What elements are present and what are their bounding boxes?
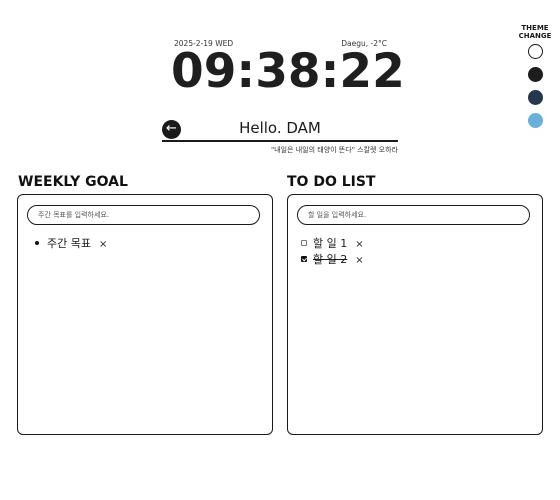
- todo-list-title: TO DO LIST: [287, 174, 376, 190]
- quote-text: "내일은 내일의 태양이 뜬다" 스칼렛 오하라: [270, 146, 398, 154]
- todo-checkbox-unchecked[interactable]: [301, 240, 307, 246]
- delete-goal-button[interactable]: ×: [99, 238, 107, 252]
- theme-title-line1: THEME: [521, 24, 549, 32]
- todo-input[interactable]: [297, 205, 530, 225]
- todo-list-item: 할 일 2 ×: [301, 253, 364, 267]
- delete-todo-button[interactable]: ×: [355, 238, 363, 252]
- theme-title-line2: CHANGE: [518, 32, 552, 40]
- todo-item-text: 할 일 1: [313, 237, 348, 250]
- weekly-goal-input[interactable]: [27, 205, 260, 225]
- weekly-goal-panel: 주간 목표 ×: [17, 194, 273, 435]
- theme-swatch-white[interactable]: [527, 44, 543, 59]
- todo-list-panel: 할 일 1 × 할 일 2 ×: [287, 194, 543, 435]
- clock: 09:38:22: [171, 44, 405, 99]
- todo-item-text-done: 할 일 2: [313, 253, 348, 266]
- theme-swatch-skyblue[interactable]: [527, 113, 543, 128]
- theme-swatch-navy[interactable]: [527, 90, 543, 105]
- greeting-row: ← Hello. DAM: [162, 118, 398, 142]
- theme-changer: THEME CHANGE: [515, 24, 555, 128]
- delete-todo-button[interactable]: ×: [355, 254, 363, 268]
- goal-item-text: 주간 목표: [47, 237, 91, 250]
- theme-swatch-black[interactable]: [527, 67, 543, 82]
- bullet-icon: [35, 241, 39, 245]
- todo-checkbox-checked[interactable]: [301, 256, 307, 262]
- greeting-text: Hello. DAM: [239, 119, 321, 137]
- todo-list-item: 할 일 1 ×: [301, 237, 364, 251]
- goal-list-item: 주간 목표 ×: [35, 237, 107, 251]
- weekly-goal-title: WEEKLY GOAL: [18, 174, 128, 190]
